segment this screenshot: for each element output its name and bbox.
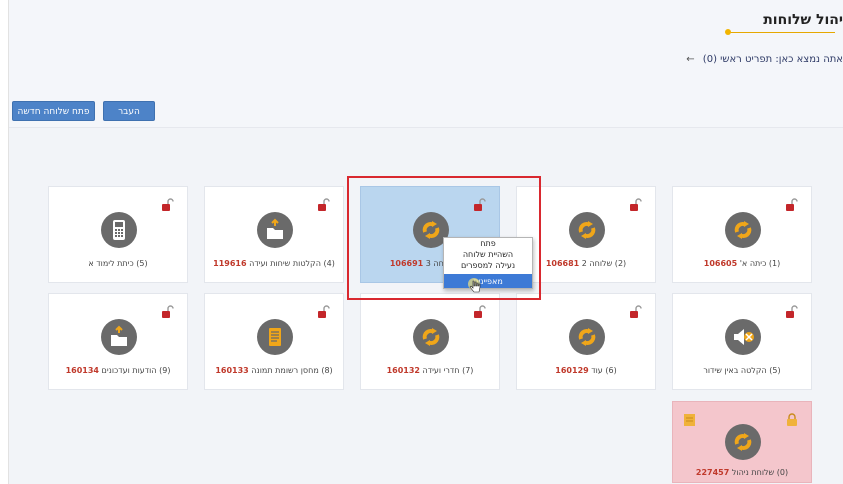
tile-caption: (6) עוד 160129	[517, 366, 655, 375]
unlocked-padlock-icon[interactable]	[629, 304, 643, 318]
folder-upload-icon	[101, 319, 137, 355]
extension-tile[interactable]: (5) כיתת לימוד א	[48, 186, 188, 283]
tile-label: (8) מחסן רשומת תמונה	[251, 366, 333, 375]
extension-refresh-icon	[569, 212, 605, 248]
extension-tile[interactable]: (8) מחסן רשומת תמונה 160133	[204, 293, 344, 390]
tile-number: 160129	[555, 366, 589, 375]
tile-label: (2) שלוחה 2	[581, 259, 627, 268]
phone-keypad-icon	[101, 212, 137, 248]
title-dot	[725, 29, 731, 35]
unlocked-padlock-icon[interactable]	[161, 304, 175, 318]
tile-caption: (5) הקלטה באין שידור	[673, 366, 811, 375]
tile-caption: (0) שלוחת ניהול 227457	[673, 468, 811, 477]
unlocked-padlock-icon[interactable]	[785, 197, 799, 211]
tile-number: 106605	[703, 259, 738, 268]
tile-caption: (7) חדרי ועידה 160132	[361, 366, 499, 375]
tile-number: 160134	[65, 366, 99, 375]
tile-number: 119616	[213, 259, 247, 268]
tile-number: 227457	[695, 468, 730, 477]
tile-number: 160133	[215, 366, 249, 375]
extension-tile[interactable]: (4) הקלטות שיחות ועידה 119616	[204, 186, 344, 283]
tile-label: (5) כיתת לימוד א	[88, 259, 148, 268]
back-arrow-icon[interactable]: ←	[686, 54, 694, 65]
folder-icon	[683, 412, 697, 426]
menu-item-open[interactable]: פתח	[444, 238, 532, 249]
extension-refresh-icon	[569, 319, 605, 355]
context-menu: פתח השהיית שלוחה נעילה למספרים מאפיינים	[443, 237, 533, 289]
move-button[interactable]: העבר	[103, 101, 155, 121]
tile-number: 106681	[545, 259, 580, 268]
unlocked-padlock-icon[interactable]	[317, 304, 331, 318]
page-title: יהול שלוחות	[763, 12, 843, 28]
tile-caption: (1) כיתה א' 106605	[673, 259, 811, 268]
new-extension-button[interactable]: פתח שלוחה חדשה	[12, 101, 95, 121]
tile-label: (1) כיתה א'	[739, 259, 781, 268]
menu-item-suspend[interactable]: השהיית שלוחה	[444, 249, 532, 260]
tile-caption: (8) מחסן רשומת תמונה 160133	[205, 366, 343, 375]
extension-tile[interactable]: (5) הקלטה באין שידור	[672, 293, 812, 390]
folder-upload-icon	[257, 212, 293, 248]
extension-refresh-icon	[725, 424, 761, 460]
tile-caption: (9) הודעות ועדכונים 160134	[49, 366, 187, 375]
extension-tile[interactable]: (1) כיתה א' 106605	[672, 186, 812, 283]
speaker-mute-icon	[725, 319, 761, 355]
tile-caption: (4) הקלטות שיחות ועידה 119616	[205, 259, 343, 268]
menu-item-lock-numbers[interactable]: נעילה למספרים	[444, 260, 532, 271]
extension-tile[interactable]: (9) הודעות ועדכונים 160134	[48, 293, 188, 390]
extension-tile[interactable]: (7) חדרי ועידה 160132	[360, 293, 500, 390]
breadcrumb: אתה נמצא כאן: תפריט ראשי (0) ←	[686, 54, 843, 65]
extension-tile[interactable]: (6) עוד 160129	[516, 293, 656, 390]
unlocked-padlock-icon[interactable]	[161, 197, 175, 211]
tile-number: 160132	[386, 366, 420, 375]
locked-padlock-icon[interactable]	[785, 412, 799, 426]
admin-extension-tile[interactable]: (0) שלוחת ניהול 227457	[672, 401, 812, 483]
tile-label: (0) שלוחת ניהול	[731, 468, 789, 477]
tile-label: (6) עוד	[591, 366, 617, 375]
extension-refresh-icon	[725, 212, 761, 248]
unlocked-padlock-icon[interactable]	[629, 197, 643, 211]
tile-label: (9) הודעות ועדכונים	[101, 366, 171, 375]
unlocked-padlock-icon[interactable]	[473, 304, 487, 318]
hand-cursor-icon	[468, 278, 484, 294]
unlocked-padlock-icon[interactable]	[317, 197, 331, 211]
tile-label: (4) הקלטות שיחות ועידה	[249, 259, 335, 268]
unlocked-padlock-icon[interactable]	[785, 304, 799, 318]
breadcrumb-current-link[interactable]: תפריט ראשי (0)	[703, 54, 772, 65]
app-frame: יהול שלוחות אתה נמצא כאן: תפריט ראשי (0)…	[8, 0, 843, 484]
breadcrumb-prefix: אתה נמצא כאן:	[775, 54, 843, 65]
document-icon	[257, 319, 293, 355]
tile-caption: (5) כיתת לימוד א	[49, 259, 187, 268]
tile-label: (5) הקלטה באין שידור	[703, 366, 781, 375]
extension-refresh-icon	[413, 319, 449, 355]
tile-label: (7) חדרי ועידה	[422, 366, 474, 375]
title-underline	[727, 32, 835, 33]
menu-item-properties[interactable]: מאפיינים	[444, 274, 532, 288]
